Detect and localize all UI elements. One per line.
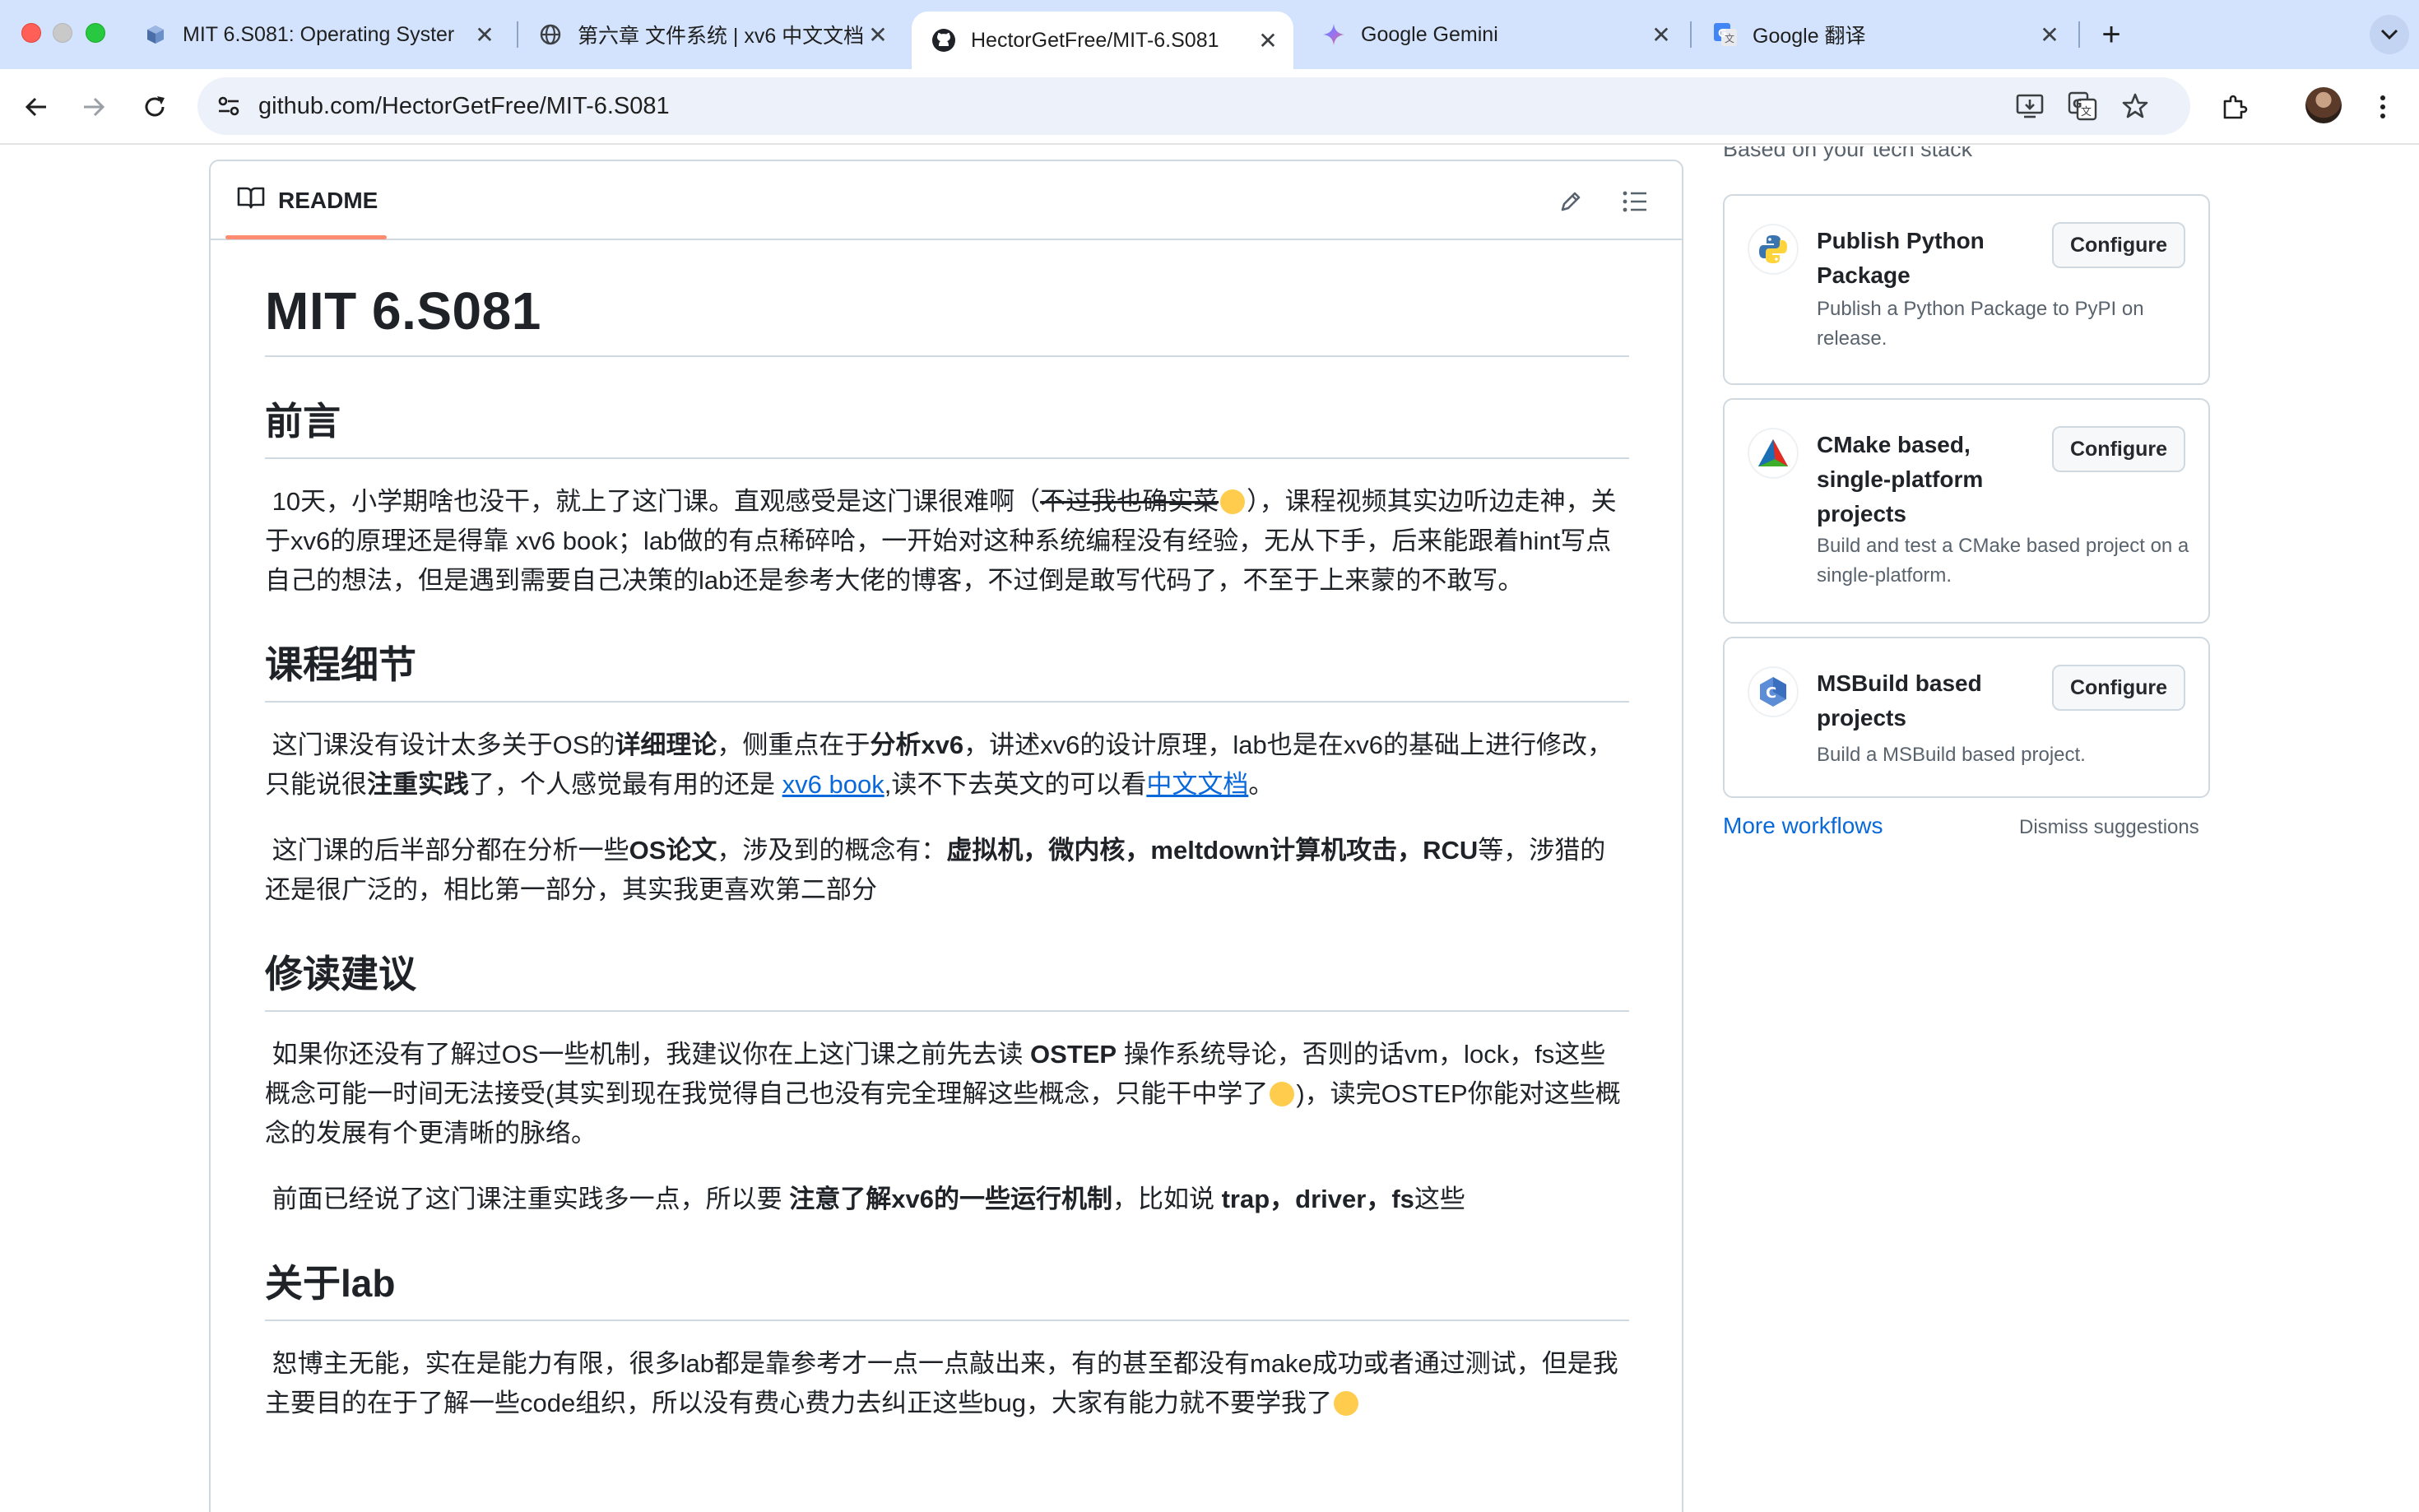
svg-text:文: 文 — [2081, 106, 2092, 118]
workflow-title[interactable]: CMake based, single-platform projects — [1817, 428, 2047, 531]
tab-title: Google 翻译 — [1753, 25, 1866, 48]
browser-tab[interactable]: 第六章 文件系统 | xv6 中文文档 ✕ — [518, 12, 903, 58]
window-close-button[interactable] — [21, 23, 41, 43]
configure-button[interactable]: Configure — [2052, 665, 2185, 711]
address-bar[interactable]: github.com/HectorGetFree/MIT-6.S081 G文 — [197, 77, 2190, 135]
workflow-title[interactable]: MSBuild based projects — [1817, 666, 2047, 735]
gemini-icon — [1321, 22, 1346, 47]
python-icon — [1749, 225, 1797, 273]
msbuild-icon: C — [1749, 668, 1797, 716]
tab-separator — [1690, 21, 1692, 48]
section-heading: 修读建议 — [265, 949, 1629, 1012]
workflow-card: Publish Python Package Publish a Python … — [1723, 194, 2210, 385]
close-icon[interactable]: ✕ — [2036, 21, 2064, 49]
section-heading: 关于lab — [265, 1259, 1629, 1321]
edit-readme-button[interactable] — [1552, 183, 1590, 220]
workflow-description: Build and test a CMake based project on … — [1817, 535, 2189, 587]
site-settings-icon[interactable] — [212, 90, 245, 123]
cmake-icon — [1749, 429, 1797, 477]
paragraph: 如果你还没有了解过OS一些机制，我建议你在上这门课之前先去读 OSTEP 操作系… — [265, 1040, 1621, 1148]
section-heading: 课程细节 — [265, 640, 1629, 703]
markdown-body: MIT 6.S081 前言 10天，小学期啥也没干，就上了这门课。直观感受是这门… — [265, 276, 1629, 1449]
active-tab-indicator — [225, 235, 387, 239]
tab-search-button[interactable] — [2370, 15, 2409, 54]
chinese-docs-link[interactable]: 中文文档 — [1146, 770, 1248, 799]
tab-title: Google Gemini — [1361, 22, 1498, 46]
page-content: README MIT 6.S081 前言 10天，小学期啥也没干，就上了这门课。… — [0, 146, 2419, 1512]
profile-avatar[interactable] — [2305, 87, 2342, 123]
tab-title: HectorGetFree/MIT-6.S081 — [971, 28, 1219, 52]
smile-emoji-icon — [1220, 489, 1246, 514]
configure-button[interactable]: Configure — [2052, 222, 2185, 268]
tab-separator — [2078, 21, 2080, 48]
reload-icon — [145, 96, 165, 117]
paragraph: 恕博主无能，实在是能力有限，很多lab都是靠参考才一点一点敲出来，有的甚至都没有… — [265, 1349, 1618, 1417]
google-translate-icon: G文 — [1713, 22, 1738, 47]
workflow-description: Publish a Python Package to PyPI on rele… — [1817, 298, 2144, 350]
book-icon — [237, 185, 265, 216]
close-icon[interactable]: ✕ — [471, 21, 499, 49]
window-minimize-button[interactable] — [53, 23, 72, 43]
readme-header: README — [211, 161, 1682, 240]
readme-title: MIT 6.S081 — [265, 276, 1629, 357]
workflow-description: Build a MSBuild based project. — [1817, 744, 2086, 766]
workflow-card: CMake based, single-platform projects Bu… — [1723, 398, 2210, 624]
browser-tab[interactable]: Google Gemini ✕ — [1302, 12, 1687, 58]
browser-tab[interactable]: G文 Google 翻译 ✕ — [1693, 12, 2075, 58]
paragraph: 前面已经说了这门课注重实践多一点，所以要 注意了解xv6的一些运行机制，比如说 … — [272, 1185, 1465, 1213]
more-menu-icon[interactable] — [2363, 87, 2403, 127]
more-workflows-link[interactable]: More workflows — [1723, 813, 1883, 839]
browser-tab[interactable]: MIT 6.S081: Operating Syster ✕ — [123, 12, 510, 58]
strikethrough-text: 不过我也确实菜 — [1040, 487, 1219, 516]
close-icon[interactable]: ✕ — [1647, 21, 1675, 49]
paragraph: 10天，小学期啥也没干，就上了这门课。直观感受是这门课很难啊（不过我也确实菜），… — [265, 487, 1617, 595]
configure-button[interactable]: Configure — [2052, 426, 2185, 472]
paragraph: 这门课的后半部分都在分析一些OS论文，涉及到的概念有：虚拟机，微内核，meltd… — [265, 836, 1606, 904]
url-text: github.com/HectorGetFree/MIT-6.S081 — [258, 93, 670, 119]
arrow-left-icon — [25, 97, 46, 117]
chevron-down-icon — [2380, 29, 2398, 40]
install-app-icon[interactable] — [2014, 90, 2045, 122]
crying-laughing-emoji-icon — [1333, 1391, 1358, 1416]
close-icon[interactable]: ✕ — [1254, 26, 1282, 54]
paragraph: 这门课没有设计太多关于OS的详细理论，侧重点在于分析xv6，讲述xv6的设计原理… — [265, 730, 1613, 799]
window-maximize-button[interactable] — [86, 23, 105, 43]
readme-tab-label: README — [278, 188, 378, 213]
outline-button[interactable] — [1616, 183, 1654, 220]
xv6-book-link[interactable]: xv6 book — [782, 770, 884, 799]
readme-tab[interactable]: README — [225, 161, 389, 240]
translate-icon[interactable]: G文 — [2067, 90, 2098, 122]
browser-tab-active[interactable]: HectorGetFree/MIT-6.S081 ✕ — [912, 12, 1293, 69]
pencil-icon — [1561, 192, 1581, 211]
arrow-right-icon — [84, 97, 105, 117]
cube-icon — [143, 22, 168, 47]
dismiss-suggestions-link[interactable]: Dismiss suggestions — [2019, 816, 2199, 839]
back-button[interactable] — [15, 86, 58, 128]
suggestions-label: Based on your tech stack — [1723, 146, 1973, 161]
svg-text:文: 文 — [1725, 32, 1734, 44]
close-icon[interactable]: ✕ — [864, 21, 892, 49]
tab-title: 第六章 文件系统 | xv6 中文文档 — [578, 25, 864, 48]
tab-strip: MIT 6.S081: Operating Syster ✕ 第六章 文件系统 … — [0, 0, 2419, 69]
globe-icon — [538, 22, 563, 47]
bookmark-star-icon[interactable] — [2120, 90, 2151, 122]
extensions-icon[interactable] — [2215, 87, 2254, 127]
list-icon — [1623, 191, 1646, 212]
tab-title: MIT 6.S081: Operating Syster — [183, 22, 455, 46]
workflow-title[interactable]: Publish Python Package — [1817, 224, 2047, 293]
forward-button[interactable] — [72, 86, 115, 128]
github-icon — [931, 28, 956, 53]
reload-button[interactable] — [133, 86, 176, 128]
workflow-card: C MSBuild based projects Build a MSBuild… — [1723, 637, 2210, 798]
new-tab-button[interactable]: + — [2093, 16, 2129, 53]
browser-toolbar: github.com/HectorGetFree/MIT-6.S081 G文 — [0, 69, 2419, 145]
section-heading: 前言 — [265, 397, 1629, 459]
svg-text:C: C — [1766, 684, 1776, 702]
teary-emoji-icon — [1270, 1082, 1295, 1106]
readme-panel: README MIT 6.S081 前言 10天，小学期啥也没干，就上了这门课。… — [209, 160, 1683, 1512]
